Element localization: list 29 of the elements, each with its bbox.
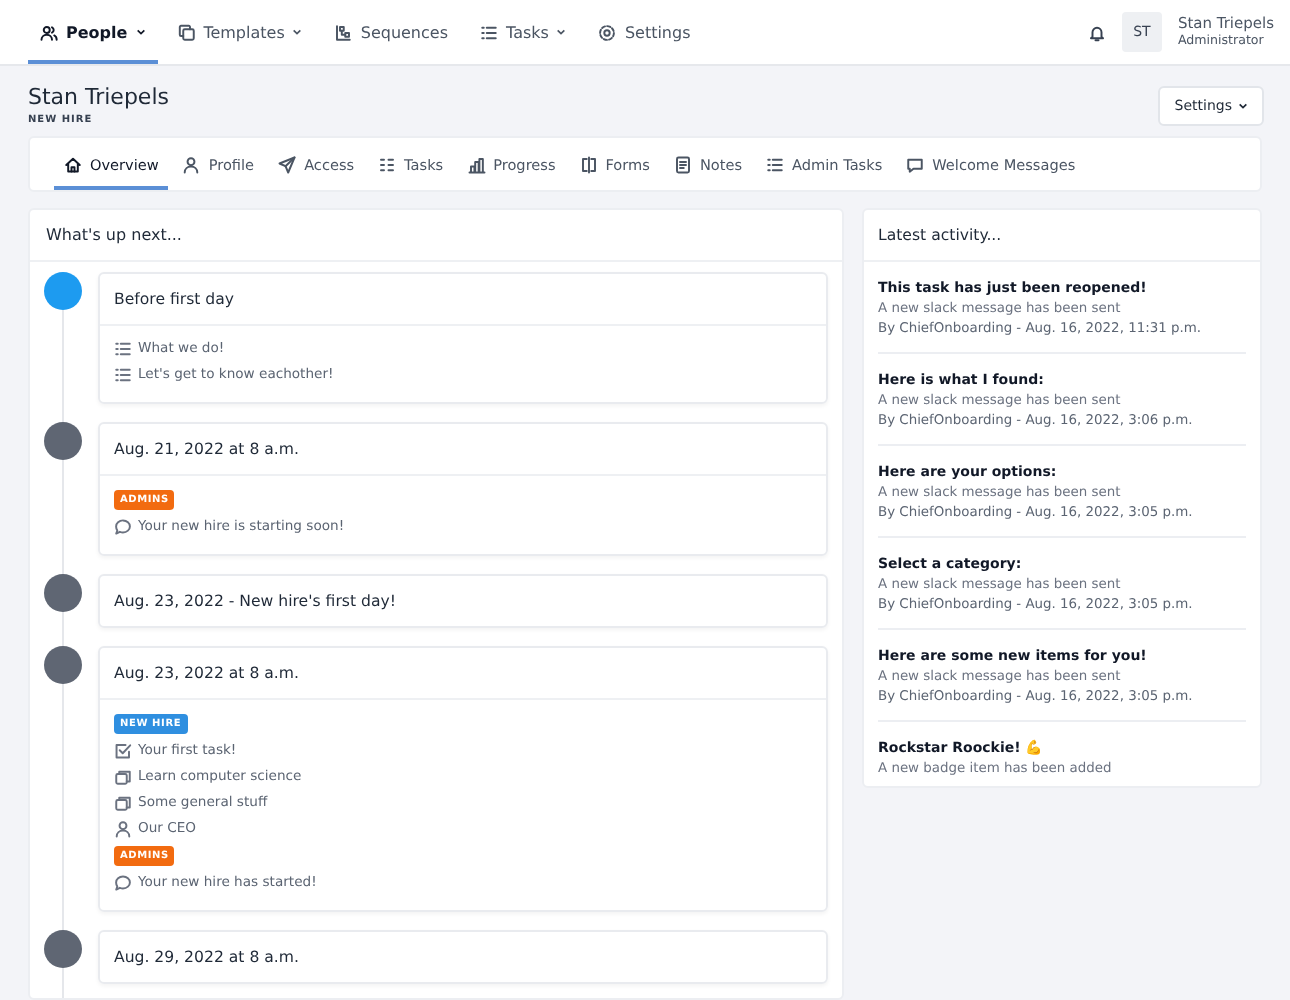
nav-item[interactable]: Settings <box>586 0 703 64</box>
form-icon <box>579 155 598 173</box>
list-icon <box>378 155 397 173</box>
list-icon <box>480 23 498 41</box>
gear-icon <box>598 23 617 41</box>
note-icon <box>673 155 692 173</box>
chat-icon <box>114 518 132 536</box>
nav-item[interactable]: People <box>28 0 158 64</box>
chat-icon <box>906 155 925 173</box>
chat-icon <box>114 874 132 892</box>
bell-icon <box>1087 23 1106 41</box>
paper-plane-icon <box>278 155 297 173</box>
list-icon <box>114 340 132 358</box>
checkbox-icon <box>114 742 132 760</box>
caret-icon <box>1238 101 1248 109</box>
nav-item[interactable]: Tasks <box>468 0 579 64</box>
people-icon <box>40 23 58 41</box>
nav-item[interactable]: Sequences <box>322 0 460 64</box>
flow-icon <box>334 23 353 41</box>
panel-title: What's up next... <box>46 226 182 244</box>
person-icon <box>182 155 201 173</box>
list-icon <box>114 366 132 384</box>
bar-chart-icon <box>467 155 486 173</box>
copy-icon <box>177 23 196 41</box>
home-icon <box>64 155 82 173</box>
person-icon <box>114 820 132 838</box>
page-title: Stan Triepels <box>28 84 169 112</box>
nav-item[interactable]: Templates <box>165 0 315 64</box>
list-icon <box>766 155 785 173</box>
